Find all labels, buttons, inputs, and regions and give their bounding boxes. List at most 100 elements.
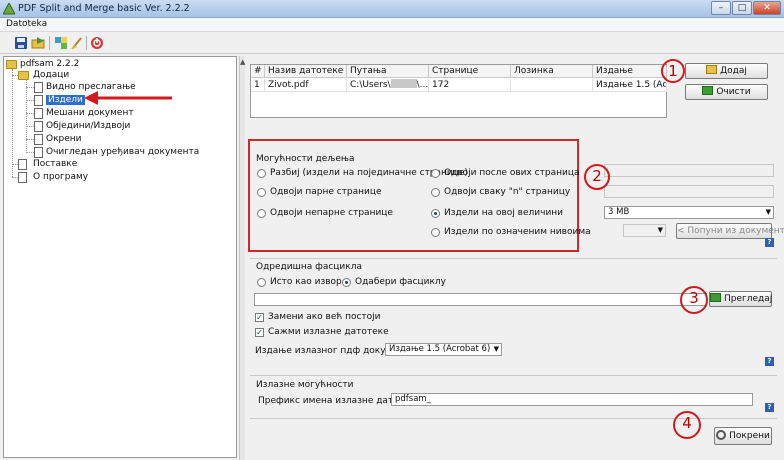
clear-button[interactable]: Очисти [685,84,768,100]
add-button[interactable]: Додај [685,63,768,79]
app-icon [3,3,15,15]
add-button-label: Додај [720,66,747,76]
row-path-end: \... [416,80,429,90]
split-option-even-radio[interactable] [257,188,266,197]
exit-icon[interactable] [90,36,104,50]
clear-icon[interactable] [70,36,84,50]
same-as-source-label[interactable]: Исто као извор [270,277,342,287]
document-icon [18,172,27,183]
col-header-version[interactable]: Издање [593,65,667,78]
bookmark-level-select[interactable]: ▼ [623,224,666,237]
split-option-after-pages-label[interactable]: Одвоји после ових страница [444,168,579,178]
compress-checkbox[interactable]: ✓ [255,328,264,337]
document-icon [34,82,43,93]
split-option-odd-radio[interactable] [257,209,266,218]
collapse-arrow-icon[interactable]: ▲ [240,58,245,66]
row-path[interactable]: C:\Users\ \... [347,79,429,92]
prefix-input[interactable]: pdfsam_ [391,393,753,406]
col-header-password[interactable]: Лозинка [511,65,593,78]
split-option-burst-radio[interactable] [257,169,266,178]
col-header-filename[interactable]: Назив датотеке [265,65,347,78]
separator [250,258,777,259]
split-option-bookmarks-radio[interactable] [431,228,440,237]
col-header-number[interactable]: # [251,65,265,78]
split-option-odd-label[interactable]: Одвоји непарне странице [270,208,393,218]
close-button[interactable]: ✕ [753,1,781,15]
save-icon[interactable] [14,36,28,50]
plugin-tree: pdfsam 2.2.2 Додаци Видно преслагање Изд… [3,56,237,458]
tree-item-split-label: Издели [46,95,85,105]
split-options-legend: Могућности дељења [256,154,355,164]
separator [250,375,777,376]
same-as-source-radio[interactable] [257,278,266,287]
annotation-1: 1 [661,59,685,83]
minimize-button[interactable]: – [711,1,731,15]
split-option-every-n-radio[interactable] [431,188,440,197]
toolbar [0,32,784,54]
document-icon [18,159,27,170]
chevron-down-icon: ▼ [657,226,663,234]
after-pages-field[interactable] [604,164,774,177]
chevron-down-icon: ▼ [765,208,771,216]
toolbar-separator [86,36,87,50]
document-icon [34,147,43,158]
pdf-version-select[interactable]: Издање 1.5 (Acrobat 6) ▼ [385,343,502,356]
row-path-start: C:\Users\ [350,80,391,90]
pdf-version-value: Издање 1.5 (Acrobat 6) [389,344,491,354]
split-option-after-pages-radio[interactable] [431,169,440,178]
size-select[interactable]: 3 MB ▼ [604,206,774,219]
overwrite-label[interactable]: Замени ако већ постоји [268,312,381,322]
folder-add-icon [706,65,718,74]
maximize-button[interactable]: □ [732,1,752,15]
compress-label[interactable]: Сажми излазне датотеке [268,327,389,337]
annotation-2: 2 [584,164,610,190]
tree-plugins[interactable]: Додаци [33,69,69,81]
file-table[interactable]: # Назив датотеке Путања Странице Лозинка… [250,64,667,118]
toolbar-separator [49,36,50,50]
gear-icon [716,430,727,440]
help-icon[interactable]: ? [765,238,774,247]
layout-icon[interactable] [54,36,68,50]
split-option-bookmarks-label[interactable]: Издели по означеним нивоима [444,227,591,237]
row-version[interactable]: Издање 1.5 (Acrobat... [593,79,667,92]
redacted-block [390,79,417,88]
split-option-every-n-label[interactable]: Одвоји сваку "n" страницу [444,187,570,197]
split-option-even-label[interactable]: Одвоји парне странице [270,187,382,197]
document-icon [34,121,43,132]
panel-splitter[interactable] [239,56,245,460]
open-icon[interactable] [31,36,45,50]
destination-path-input[interactable] [254,293,707,306]
folder-icon [6,60,17,69]
row-number[interactable]: 1 [251,79,265,92]
row-filename[interactable]: Zivot.pdf [265,79,347,92]
row-password[interactable] [511,79,593,92]
tree-settings[interactable]: Поставке [33,158,77,170]
every-n-field[interactable] [604,185,774,198]
chevron-down-icon: ▼ [493,345,499,353]
fill-from-document-button[interactable]: < Попуни из документа [676,223,784,239]
split-option-size-radio[interactable] [431,209,440,218]
col-header-pages[interactable]: Странице [429,65,511,78]
window-title: PDF Split and Merge basic Ver. 2.2.2 [18,3,190,14]
run-button[interactable]: Покрени [714,427,772,445]
help-icon[interactable]: ? [765,357,774,366]
folder-browse-icon [710,293,721,302]
run-button-label: Покрени [729,431,770,441]
folder-open-icon [18,71,29,80]
overwrite-checkbox[interactable]: ✓ [255,313,264,322]
tree-item-visual-editor[interactable]: Очигледан уређивач документа [46,146,199,158]
tree-about[interactable]: О програму [33,171,88,183]
tree-item-merge[interactable]: Обједини/Издвоји [46,120,130,132]
help-icon[interactable]: ? [765,403,774,412]
col-header-path[interactable]: Путања [347,65,429,78]
browse-button[interactable]: Прегледај [709,291,772,307]
split-option-size-label[interactable]: Издели на овој величини [444,208,563,218]
menu-file[interactable]: Datoteka [6,19,47,29]
annotation-4: 4 [673,411,701,439]
choose-folder-radio[interactable] [342,278,351,287]
row-pages[interactable]: 172 [429,79,511,92]
tree-item-mix[interactable]: Мешани документ [46,107,134,119]
tree-item-split[interactable]: Издели [46,94,85,106]
tree-item-rotate[interactable]: Окрени [46,133,82,145]
choose-folder-label[interactable]: Одабери фасциклу [355,277,446,287]
